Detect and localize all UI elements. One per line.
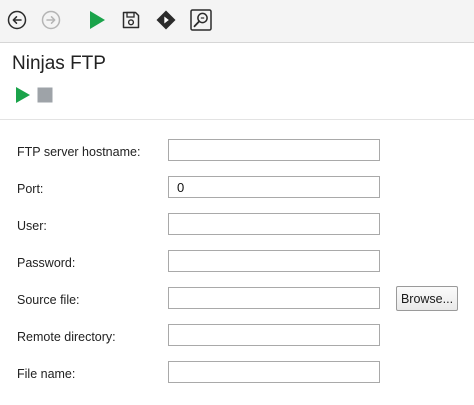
hostname-label: FTP server hostname: (17, 145, 141, 159)
play-icon[interactable] (15, 86, 31, 104)
inspect-icon (190, 9, 212, 31)
stop-icon[interactable] (37, 87, 53, 103)
save-icon (122, 11, 140, 29)
port-label: Port: (17, 182, 44, 196)
hostname-input[interactable] (168, 139, 380, 161)
file-name-input[interactable] (168, 361, 380, 383)
section-divider (0, 119, 474, 120)
forward-button[interactable] (38, 7, 64, 33)
password-label: Password: (17, 256, 76, 270)
save-button[interactable] (118, 7, 144, 33)
back-button[interactable] (4, 7, 30, 33)
source-file-label: Source file: (17, 293, 80, 307)
port-input[interactable] (168, 176, 380, 198)
debug-icon (156, 10, 176, 30)
source-file-input[interactable] (168, 287, 380, 309)
remote-directory-label: Remote directory: (17, 330, 116, 344)
back-icon (7, 10, 27, 30)
remote-directory-input[interactable] (168, 324, 380, 346)
password-input[interactable] (168, 250, 380, 272)
user-label: User: (17, 219, 47, 233)
inspect-button[interactable] (188, 7, 214, 33)
toolbar (0, 0, 474, 43)
debug-button[interactable] (153, 7, 179, 33)
run-button[interactable] (84, 7, 110, 33)
forward-icon (41, 10, 61, 30)
user-input[interactable] (168, 213, 380, 235)
file-name-label: File name: (17, 367, 76, 381)
run-icon (90, 11, 105, 29)
page-title: Ninjas FTP (12, 53, 106, 74)
browse-button[interactable]: Browse... (396, 286, 458, 311)
